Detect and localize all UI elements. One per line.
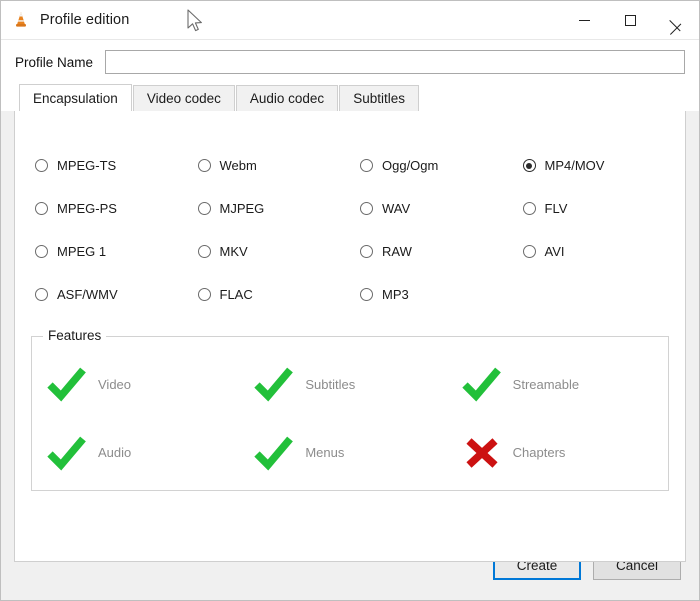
feature-video: Video [46,353,253,415]
feature-label: Subtitles [305,377,355,392]
green-check-icon [461,366,503,402]
radio-label: MPEG-PS [57,201,117,216]
radio-mpeg-ts[interactable]: MPEG-TS [35,144,198,187]
radio-mark-icon [35,245,48,258]
feature-subtitles: Subtitles [253,353,460,415]
feature-audio: Audio [46,422,253,484]
radio-mark-icon [35,159,48,172]
radio-placeholder [523,273,686,316]
profile-name-row: Profile Name [1,40,699,84]
feature-streamable: Streamable [461,353,668,415]
radio-label: MPEG-TS [57,158,116,173]
radio-mkv[interactable]: MKV [198,230,361,273]
green-check-icon [253,435,295,471]
radio-mark-icon [198,245,211,258]
close-icon [670,14,683,27]
radio-asf-wmv[interactable]: ASF/WMV [35,273,198,316]
window-controls [561,1,699,39]
radio-label: FLV [545,201,568,216]
radio-label: MKV [220,244,248,259]
tab-encapsulation[interactable]: Encapsulation [19,84,132,111]
radio-ogg-ogm[interactable]: Ogg/Ogm [360,144,523,187]
maximize-icon [625,15,636,26]
minimize-button[interactable] [561,1,607,39]
radio-mark-icon [198,159,211,172]
radio-label: MPEG 1 [57,244,106,259]
radio-mark-icon [35,202,48,215]
feature-label: Video [98,377,131,392]
tab-audio-codec[interactable]: Audio codec [236,85,338,111]
radio-label: MJPEG [220,201,265,216]
radio-flv[interactable]: FLV [523,187,686,230]
tab-subtitles[interactable]: Subtitles [339,85,419,111]
radio-mark-icon [360,159,373,172]
radio-label: MP4/MOV [545,158,605,173]
radio-label: FLAC [220,287,253,302]
green-check-icon [253,366,295,402]
radio-avi[interactable]: AVI [523,230,686,273]
radio-mark-icon [360,202,373,215]
radio-label: AVI [545,244,565,259]
radio-mark-icon [360,288,373,301]
radio-label: WAV [382,201,410,216]
profile-edition-dialog: Profile edition Profile Name Encapsulati… [0,0,700,601]
radio-mpeg-1[interactable]: MPEG 1 [35,230,198,273]
feature-menus: Menus [253,422,460,484]
radio-label: Webm [220,158,257,173]
radio-label: Ogg/Ogm [382,158,438,173]
vlc-cone-icon [10,9,32,31]
encapsulation-radio-grid: MPEG-TS Webm Ogg/Ogm MP4/MOV MPEG-PS MJPEG WAV… [15,111,685,316]
radio-mp4-mov[interactable]: MP4/MOV [523,144,686,187]
radio-webm[interactable]: Webm [198,144,361,187]
radio-label: MP3 [382,287,409,302]
radio-flac[interactable]: FLAC [198,273,361,316]
encapsulation-panel: MPEG-TS Webm Ogg/Ogm MP4/MOV MPEG-PS MJPEG WAV… [14,110,686,562]
feature-label: Menus [305,445,344,460]
radio-mark-icon [523,245,536,258]
feature-label: Chapters [513,445,566,460]
radio-raw[interactable]: RAW [360,230,523,273]
profile-name-label: Profile Name [15,55,93,70]
red-cross-icon [461,435,503,471]
radio-mpeg-ps[interactable]: MPEG-PS [35,187,198,230]
radio-mark-icon [35,288,48,301]
radio-mjpeg[interactable]: MJPEG [198,187,361,230]
feature-label: Audio [98,445,131,460]
features-legend: Features [43,328,106,343]
radio-label: RAW [382,244,412,259]
radio-mark-icon [198,288,211,301]
feature-label: Streamable [513,377,579,392]
tab-strip: EncapsulationVideo codecAudio codecSubti… [1,84,699,111]
features-group: Features VideoSubtitlesStreamableAudioMe… [31,336,669,491]
radio-label: ASF/WMV [57,287,118,302]
maximize-button[interactable] [607,1,653,39]
radio-mark-icon [523,159,536,172]
radio-wav[interactable]: WAV [360,187,523,230]
radio-mark-icon [198,202,211,215]
features-grid: Video Subtitles Streamable Audio Menus Chapte… [32,337,668,490]
green-check-icon [46,366,88,402]
radio-mark-icon [360,245,373,258]
green-check-icon [46,435,88,471]
radio-mp3[interactable]: MP3 [360,273,523,316]
close-button[interactable] [653,1,699,39]
feature-chapters: Chapters [461,422,668,484]
window-title: Profile edition [40,12,129,28]
profile-name-input[interactable] [105,50,685,74]
minimize-icon [579,20,590,21]
title-bar: Profile edition [1,1,699,40]
radio-mark-icon [523,202,536,215]
tab-video-codec[interactable]: Video codec [133,85,235,111]
